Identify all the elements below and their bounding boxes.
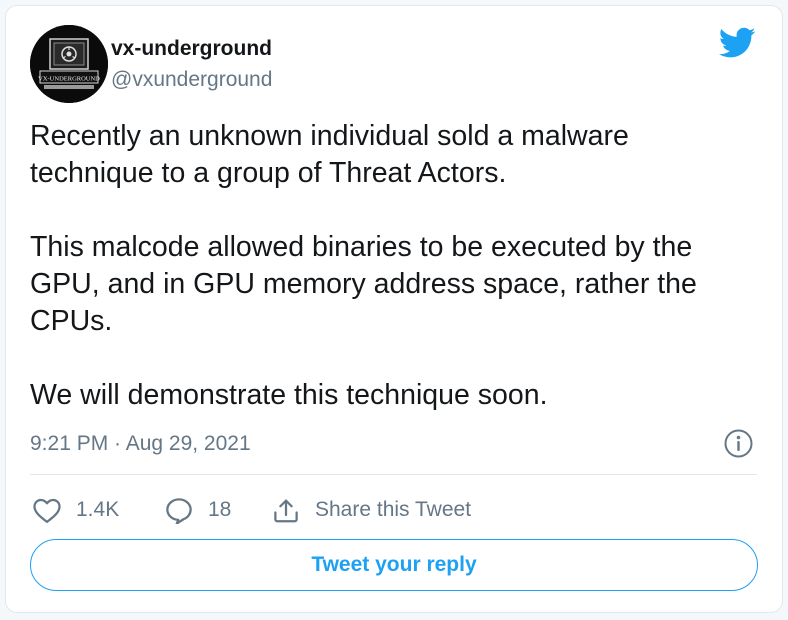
share-label: Share this Tweet <box>315 498 472 521</box>
share-icon <box>271 496 301 524</box>
divider <box>30 474 757 475</box>
avatar[interactable]: VX-UNDERGROUND <box>30 25 108 103</box>
tweet-paragraph: This malcode allowed binaries to be exec… <box>30 231 697 337</box>
user-handle[interactable]: @vxunderground <box>111 67 272 93</box>
tweet-paragraph: We will demonstrate this technique soon. <box>30 379 548 411</box>
tweet-your-reply-button[interactable]: Tweet your reply <box>30 539 758 591</box>
twitter-bird-icon[interactable] <box>718 27 756 59</box>
avatar-logo-text: VX-UNDERGROUND <box>38 76 100 83</box>
tweet-text: Recently an unknown individual sold a ma… <box>30 118 760 451</box>
tweet-paragraph: Recently an unknown individual sold a ma… <box>30 120 629 189</box>
like-count: 1.4K <box>76 498 120 521</box>
reply-bubble-icon <box>164 496 194 524</box>
tweet-timestamp[interactable]: 9:21 PM · Aug 29, 2021 <box>30 430 251 458</box>
reply-action[interactable]: 18 <box>164 490 231 530</box>
heart-icon <box>32 496 62 524</box>
display-name[interactable]: vx-underground <box>111 36 272 62</box>
share-action[interactable]: Share this Tweet <box>271 490 471 530</box>
reply-count: 18 <box>208 498 232 521</box>
like-action[interactable]: 1.4K <box>32 490 119 530</box>
info-icon[interactable] <box>722 427 755 460</box>
